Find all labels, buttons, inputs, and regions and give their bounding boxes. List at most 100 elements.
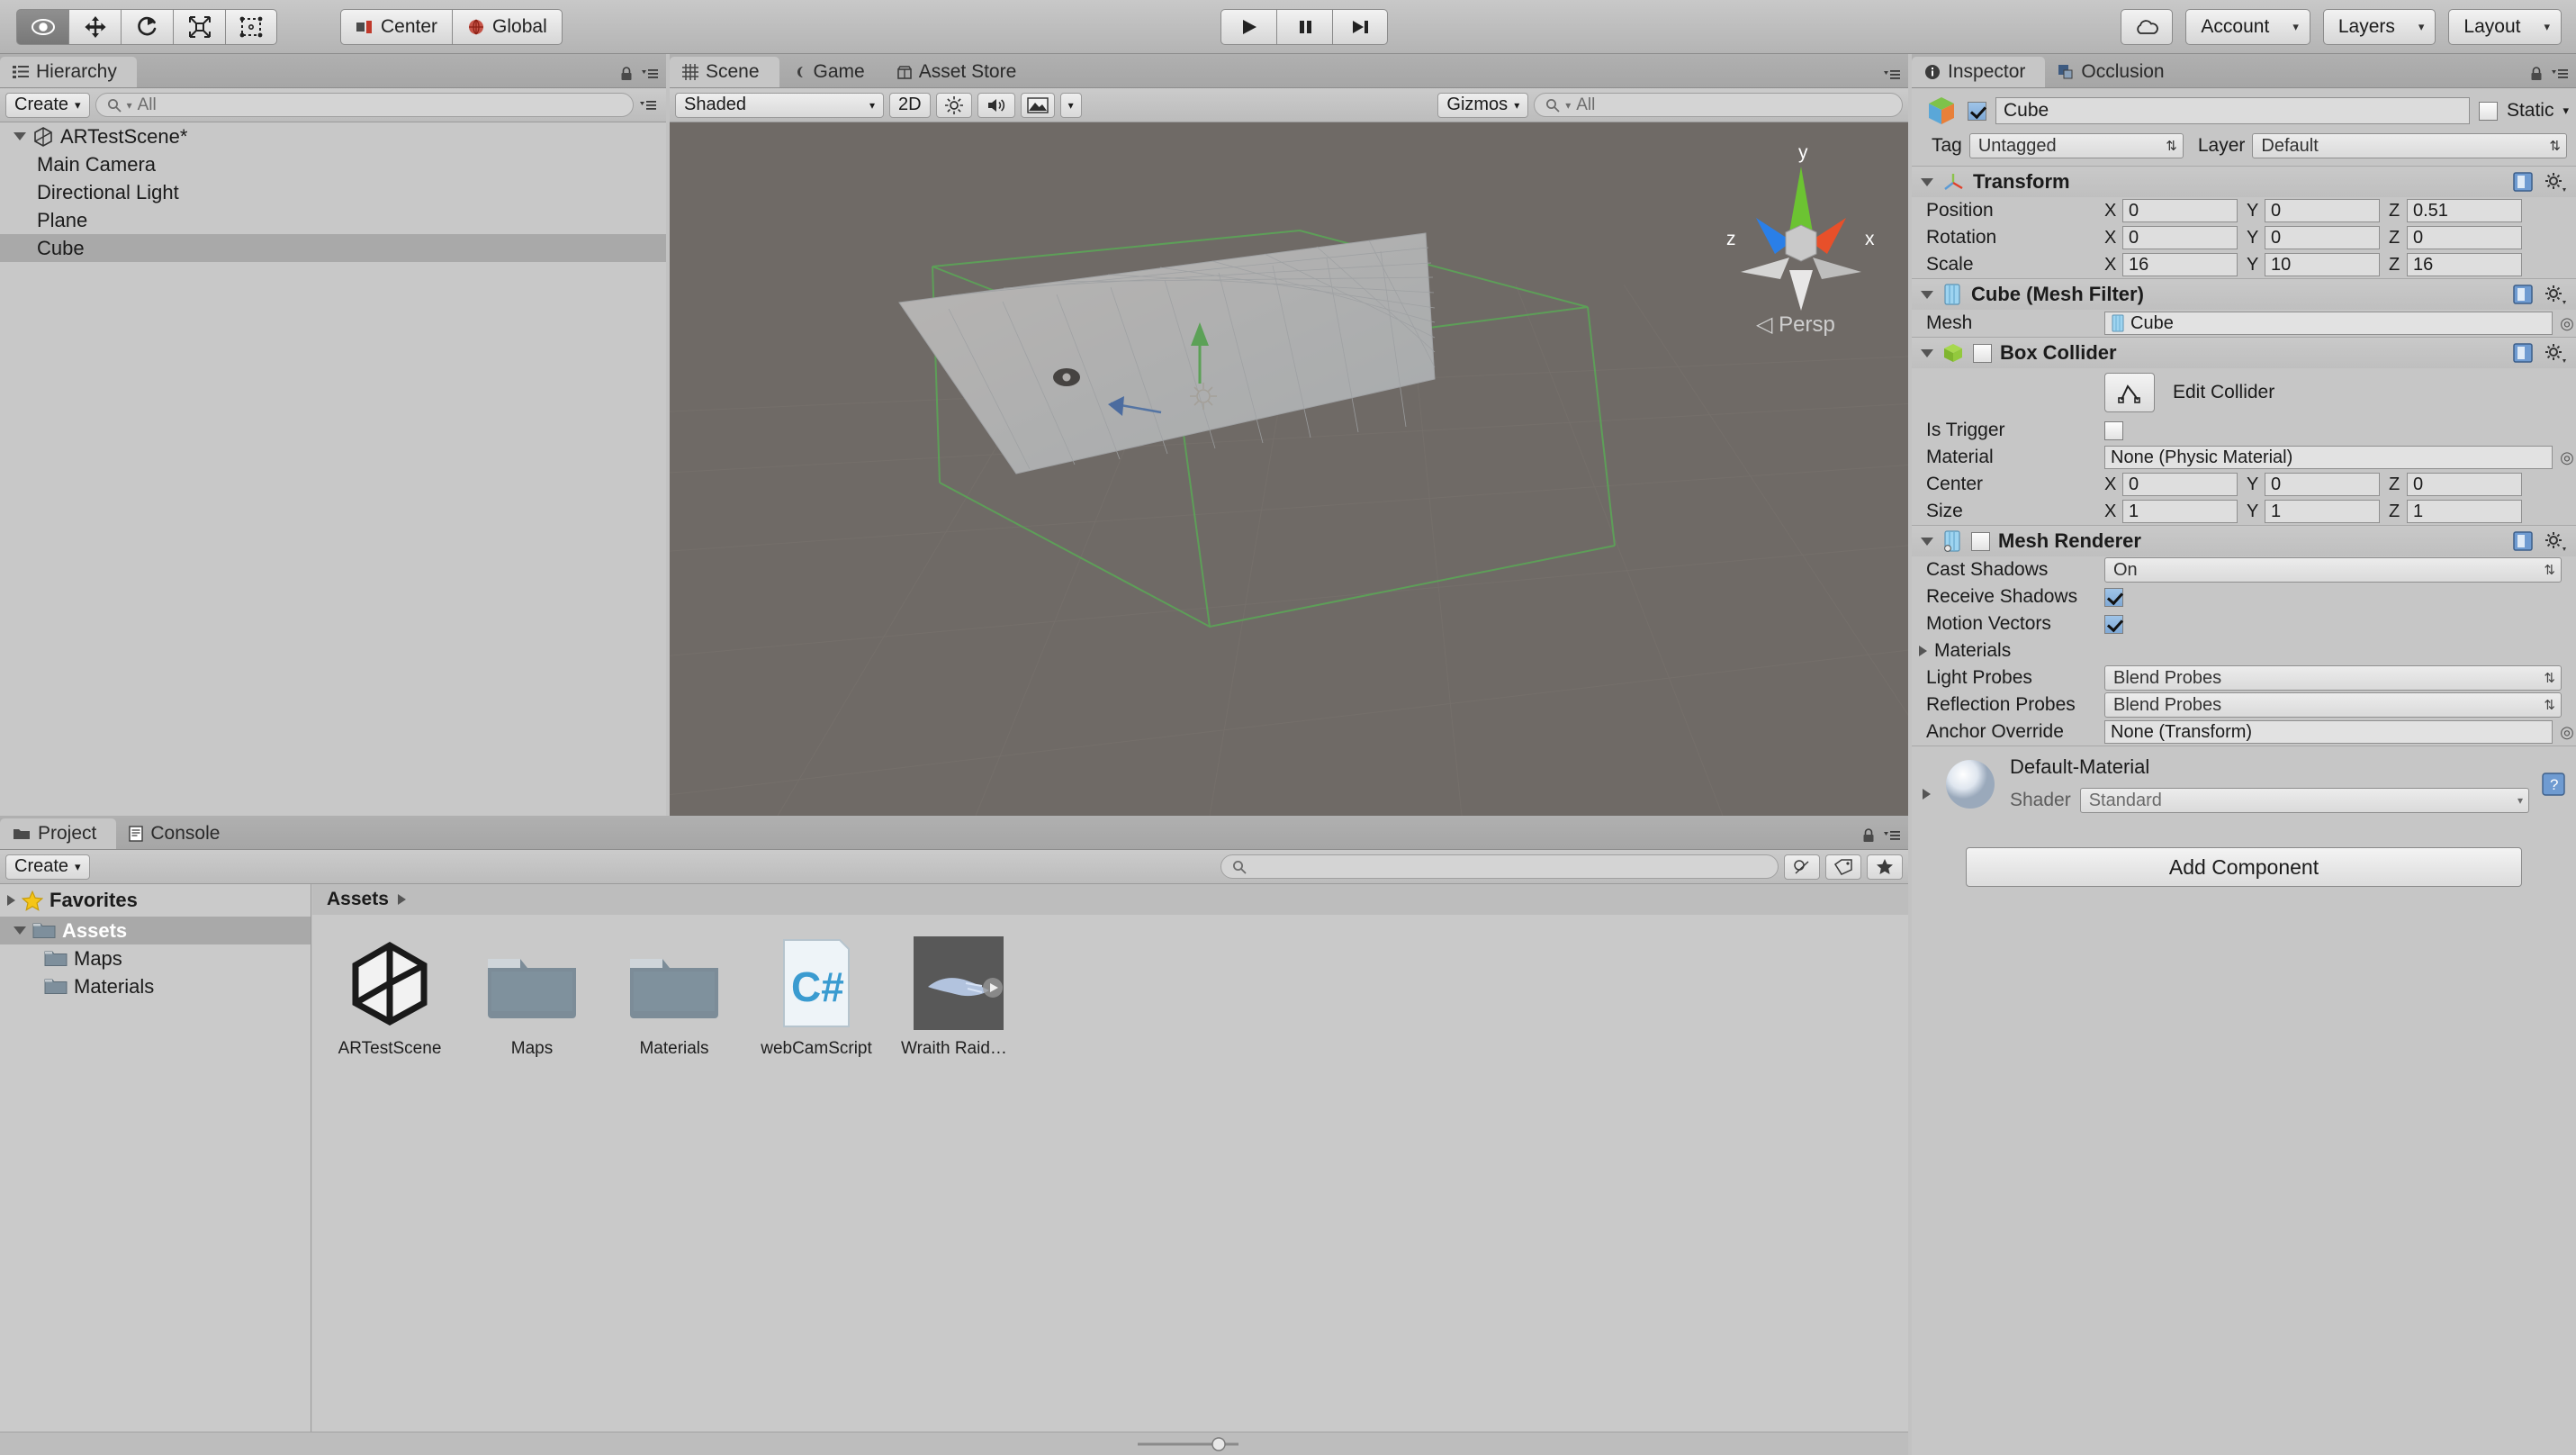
- tab-game[interactable]: Game: [779, 57, 885, 87]
- project-tree-item-maps[interactable]: Maps: [0, 944, 311, 972]
- field-y[interactable]: 0: [2265, 473, 2380, 496]
- object-picker-icon[interactable]: ◎: [2558, 448, 2576, 467]
- search-filter-caret[interactable]: ▾: [127, 99, 132, 112]
- static-checkbox[interactable]: [2478, 101, 2498, 121]
- row-checkbox[interactable]: [2104, 614, 2123, 634]
- thumbnail-size-slider[interactable]: [1134, 1436, 1242, 1452]
- hand-tool-button[interactable]: [16, 8, 68, 45]
- component-settings-icon[interactable]: [2544, 171, 2567, 193]
- shader-dropdown[interactable]: Standard ▾: [2079, 788, 2529, 813]
- tab-inspector[interactable]: Inspector: [1912, 57, 2046, 87]
- scene-lighting-button[interactable]: [935, 92, 972, 118]
- account-dropdown[interactable]: Account ▾: [2185, 8, 2310, 45]
- object-picker-icon[interactable]: ◎: [2558, 723, 2576, 742]
- static-dropdown-caret[interactable]: ▾: [2562, 104, 2569, 118]
- gameobject-name-input[interactable]: Cube: [1995, 97, 2470, 124]
- chevron-right-icon[interactable]: [1923, 789, 1931, 800]
- layer-dropdown[interactable]: Default ⇅: [2252, 133, 2567, 158]
- component-enabled-checkbox[interactable]: [1973, 343, 1992, 363]
- component-header[interactable]: Transform: [1912, 167, 2576, 197]
- hierarchy-item-directional-light[interactable]: Directional Light: [0, 178, 666, 206]
- hierarchy-item-plane[interactable]: Plane: [0, 206, 666, 234]
- scene-search-input[interactable]: ▾ All: [1534, 93, 1903, 117]
- component-help-icon[interactable]: [2512, 284, 2535, 305]
- hierarchy-create-button[interactable]: Create ▾: [5, 92, 90, 118]
- field-y[interactable]: 0: [2265, 199, 2380, 222]
- chevron-down-icon[interactable]: [1921, 348, 1933, 357]
- component-header[interactable]: Cube (Mesh Filter): [1912, 279, 2576, 310]
- tab-project[interactable]: Project: [0, 818, 117, 849]
- breadcrumb-assets[interactable]: Assets: [327, 889, 389, 910]
- scene-effects-button[interactable]: [1020, 92, 1055, 118]
- rect-tool-button[interactable]: [225, 8, 277, 45]
- field-z[interactable]: 0.51: [2407, 199, 2522, 222]
- tab-hierarchy[interactable]: Hierarchy: [0, 57, 137, 87]
- project-filter-type-button[interactable]: [1784, 854, 1820, 880]
- lock-icon[interactable]: [620, 67, 633, 81]
- object-field[interactable]: None (Transform): [2104, 720, 2553, 744]
- panel-menu-icon[interactable]: [1883, 829, 1901, 842]
- pause-button[interactable]: [1276, 8, 1332, 45]
- enum-dropdown[interactable]: On ⇅: [2104, 557, 2562, 583]
- field-x[interactable]: 0: [2122, 226, 2238, 249]
- tab-console[interactable]: Console: [116, 818, 239, 849]
- move-tool-button[interactable]: [68, 8, 121, 45]
- field-x[interactable]: 1: [2122, 500, 2238, 523]
- search-filter-caret[interactable]: ▾: [1565, 99, 1571, 112]
- project-filter-label-button[interactable]: [1825, 854, 1861, 880]
- hierarchy-item-main-camera[interactable]: Main Camera: [0, 150, 666, 178]
- component-settings-icon[interactable]: [2544, 530, 2567, 552]
- chevron-down-icon[interactable]: [14, 926, 26, 935]
- component-settings-icon[interactable]: [2544, 342, 2567, 364]
- asset-item[interactable]: Wraith Raider...: [901, 936, 1016, 1059]
- rotate-tool-button[interactable]: [121, 8, 173, 45]
- component-help-icon[interactable]: [2512, 171, 2535, 193]
- project-tree-item-materials[interactable]: Materials: [0, 972, 311, 1000]
- project-search-input[interactable]: [1220, 854, 1779, 879]
- field-y[interactable]: 10: [2265, 253, 2380, 276]
- chevron-down-icon[interactable]: [14, 132, 26, 140]
- field-x[interactable]: 16: [2122, 253, 2238, 276]
- field-x[interactable]: 0: [2122, 473, 2238, 496]
- object-field[interactable]: Cube: [2104, 312, 2553, 335]
- tab-occlusion[interactable]: Occlusion: [2045, 57, 2184, 87]
- field-z[interactable]: 16: [2407, 253, 2522, 276]
- project-favorites-button[interactable]: [1867, 854, 1903, 880]
- project-favorites-row[interactable]: Favorites: [0, 884, 311, 917]
- project-create-button[interactable]: Create ▾: [5, 854, 90, 880]
- tag-dropdown[interactable]: Untagged ⇅: [1968, 133, 2184, 158]
- field-y[interactable]: 0: [2265, 226, 2380, 249]
- tab-asset-store[interactable]: Asset Store: [885, 57, 1037, 87]
- row-checkbox[interactable]: [2104, 420, 2123, 440]
- edit-collider-button[interactable]: [2104, 373, 2155, 412]
- enum-dropdown[interactable]: Blend Probes ⇅: [2104, 692, 2562, 718]
- gizmos-dropdown[interactable]: Gizmos ▾: [1437, 92, 1529, 118]
- layers-dropdown[interactable]: Layers ▾: [2322, 8, 2436, 45]
- space-mode-button[interactable]: Global: [452, 8, 563, 45]
- lock-icon[interactable]: [2530, 67, 2543, 81]
- field-x[interactable]: 0: [2122, 199, 2238, 222]
- component-help-icon[interactable]: [2512, 530, 2535, 552]
- row-checkbox[interactable]: [2104, 587, 2123, 607]
- component-help-icon[interactable]: [2512, 342, 2535, 364]
- component-header[interactable]: Box Collider: [1912, 338, 2576, 368]
- scene-audio-button[interactable]: [977, 92, 1015, 118]
- asset-item[interactable]: C# webCamScript: [759, 936, 874, 1059]
- scene-orientation-gizmo[interactable]: y z x ◁ Persp: [1716, 135, 1887, 342]
- chevron-right-icon[interactable]: [7, 895, 15, 906]
- hierarchy-item-artestscene[interactable]: ARTestScene*: [0, 122, 666, 150]
- project-tree-item-assets[interactable]: Assets: [0, 917, 311, 944]
- asset-item[interactable]: Materials: [617, 936, 732, 1059]
- field-y[interactable]: 1: [2265, 500, 2380, 523]
- asset-item[interactable]: ARTestScene: [332, 936, 447, 1059]
- chevron-down-icon[interactable]: [1921, 537, 1933, 546]
- gameobject-enabled-checkbox[interactable]: [1968, 101, 1986, 121]
- hierarchy-item-cube[interactable]: Cube: [0, 234, 666, 262]
- draw-mode-dropdown[interactable]: Shaded ▾: [675, 92, 884, 118]
- field-z[interactable]: 0: [2407, 226, 2522, 249]
- help-icon[interactable]: ?: [2542, 773, 2565, 796]
- play-button[interactable]: [1220, 8, 1276, 45]
- 2d-toggle-button[interactable]: 2D: [889, 92, 931, 118]
- panel-menu-icon[interactable]: [641, 68, 659, 80]
- scene-effects-dropdown[interactable]: ▾: [1059, 92, 1082, 118]
